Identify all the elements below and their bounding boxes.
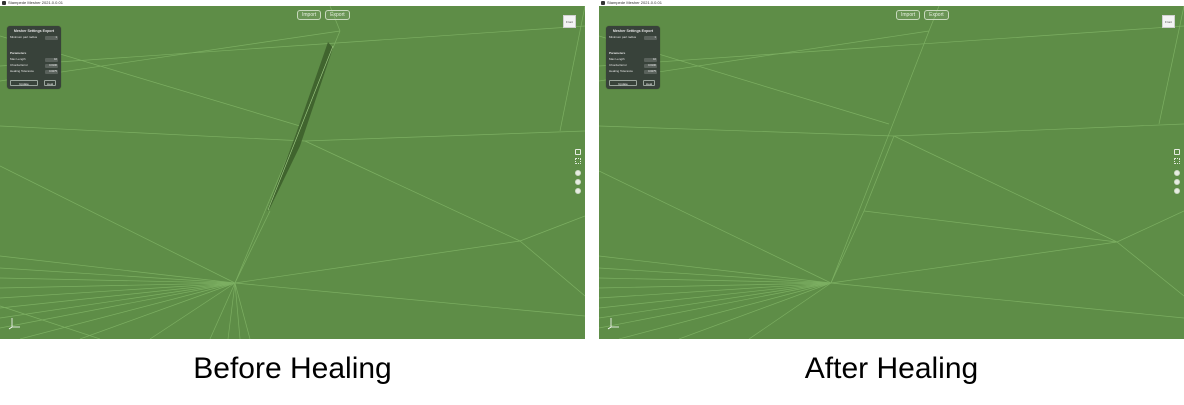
view-cube-face-label: Front (1164, 19, 1172, 24)
3d-viewport[interactable]: Import Export Front Mesher Settings Expo… (599, 6, 1184, 339)
update-button[interactable]: Update (609, 80, 637, 86)
zoom-icon[interactable] (1174, 188, 1180, 194)
view-cube-face-label: Front (565, 19, 573, 24)
mesh-wireframe (0, 6, 585, 339)
healing-tolerance-input[interactable]: 0.0275 (45, 69, 58, 74)
parameters-heading: Parameters (609, 51, 626, 55)
top-toolbar: Import Export (896, 10, 949, 20)
mesher-settings-panel: Mesher Settings Export Minimum part radi… (606, 26, 660, 89)
min-part-radius-label: Minimum part radius (609, 35, 637, 39)
min-part-radius-row: Minimum part radius 1 (609, 35, 657, 40)
mesher-settings-panel: Mesher Settings Export Minimum part radi… (7, 26, 61, 89)
chordal-error-input[interactable]: 0.0100 (644, 63, 657, 68)
export-button[interactable]: Export (924, 10, 949, 20)
mesh-defect-sliver (267, 42, 333, 211)
after-healing-caption: After Healing (804, 352, 979, 385)
max-length-label: Max Length (10, 57, 26, 61)
parameters-heading: Parameters (10, 51, 27, 55)
max-length-input[interactable]: 10 (644, 57, 657, 62)
orbit-icon[interactable] (575, 170, 581, 176)
section-icon[interactable] (1174, 149, 1180, 155)
max-length-input[interactable]: 10 (45, 57, 58, 62)
orbit-icon[interactable] (1174, 170, 1180, 176)
mesh-wireframe (599, 6, 1184, 339)
max-length-row: Max Length 10 (609, 57, 657, 62)
import-button[interactable]: Import (896, 10, 921, 20)
min-part-radius-input[interactable]: 1 (45, 35, 58, 40)
panel-title: Mesher Settings Export (612, 29, 654, 33)
zoom-icon[interactable] (575, 188, 581, 194)
view-cube-icon[interactable]: Front (563, 15, 576, 28)
healing-tolerance-label: Healing Tolerance (609, 69, 633, 73)
view-cube-icon[interactable]: Front (1162, 15, 1175, 28)
section-icon[interactable] (575, 149, 581, 155)
app-icon (601, 1, 605, 5)
import-button[interactable]: Import (297, 10, 322, 20)
3d-viewport[interactable]: Import Export Front Mesher Settings Expo… (0, 6, 585, 339)
max-length-label: Max Length (609, 57, 625, 61)
healing-tolerance-row: Healing Tolerance 0.0275 (10, 69, 58, 74)
max-length-row: Max Length 10 (10, 57, 58, 62)
min-part-radius-label: Minimum part radius (10, 35, 38, 39)
heal-button[interactable]: Heal (44, 80, 56, 86)
after-screenshot: Stampede Mesher 2021.0.0.01 Import Expor… (599, 0, 1184, 339)
chordal-error-label: Chordal Error (609, 63, 628, 67)
panel-title: Mesher Settings Export (13, 29, 55, 33)
app-icon (2, 1, 6, 5)
export-button[interactable]: Export (325, 10, 350, 20)
axis-triad-icon (607, 318, 619, 330)
min-part-radius-row: Minimum part radius 1 (10, 35, 58, 40)
pan-icon[interactable] (575, 179, 581, 185)
healing-tolerance-input[interactable]: 0.0275 (644, 69, 657, 74)
top-toolbar: Import Export (297, 10, 350, 20)
fit-icon[interactable] (575, 158, 581, 164)
chordal-error-row: Chordal Error 0.0100 (609, 63, 657, 68)
fit-icon[interactable] (1174, 158, 1180, 164)
chordal-error-row: Chordal Error 0.0100 (10, 63, 58, 68)
min-part-radius-input[interactable]: 1 (644, 35, 657, 40)
healing-tolerance-label: Healing Tolerance (10, 69, 34, 73)
chordal-error-input[interactable]: 0.0100 (45, 63, 58, 68)
pan-icon[interactable] (1174, 179, 1180, 185)
healing-tolerance-row: Healing Tolerance 0.0275 (609, 69, 657, 74)
heal-button[interactable]: Heal (643, 80, 655, 86)
update-button[interactable]: Update (10, 80, 38, 86)
before-screenshot: Stampede Mesher 2021.0.0.01 Import Expor… (0, 0, 585, 339)
before-healing-caption: Before Healing (193, 352, 392, 385)
chordal-error-label: Chordal Error (10, 63, 29, 67)
axis-triad-icon (8, 318, 20, 330)
